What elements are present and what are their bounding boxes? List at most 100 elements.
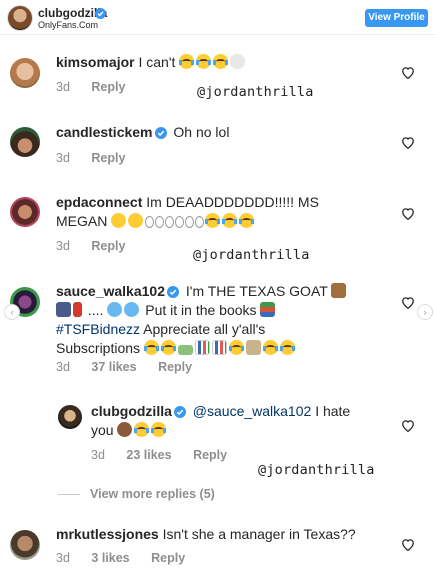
emoji-eyes-icon <box>155 216 165 228</box>
verified-badge-icon <box>166 286 179 298</box>
like-heart-icon[interactable] <box>401 538 415 551</box>
comment-username[interactable]: mrkutlessjones <box>56 526 159 542</box>
emoji-loudly-crying-icon <box>222 213 238 228</box>
comment-text: I'm THE TEXAS GOAT <box>185 283 328 299</box>
verified-badge-icon <box>154 127 167 139</box>
like-heart-icon[interactable] <box>401 296 415 309</box>
view-more-replies-button[interactable]: View more replies (5) <box>90 487 215 501</box>
comment-time[interactable]: 3d <box>56 80 70 94</box>
emoji-fire-extinguisher-icon <box>73 302 82 317</box>
emoji-rofl-icon <box>151 422 167 437</box>
next-arrow-icon[interactable]: › <box>417 304 433 320</box>
comment-time[interactable]: 3d <box>56 151 70 165</box>
comment-meta: 3d Reply <box>56 151 143 165</box>
comment-text: Im DEAADDDDDDD!!!!! MS <box>146 194 319 210</box>
like-heart-icon[interactable] <box>401 419 415 432</box>
likes-count[interactable]: 3 likes <box>91 551 129 565</box>
emoji-joy-icon <box>228 340 244 355</box>
comment-time[interactable]: 3d <box>56 360 70 374</box>
likes-count[interactable]: 37 likes <box>91 360 136 374</box>
comment-text: Put it in the books <box>145 302 257 318</box>
emoji-eyes-icon <box>195 216 205 228</box>
emoji-loudly-crying-icon <box>213 54 229 69</box>
comment-username[interactable]: candlestickem <box>56 124 153 140</box>
avatar[interactable] <box>58 405 82 429</box>
mention-link[interactable]: @sauce_walka102 <box>193 403 312 419</box>
watermark-text: @jordanthrilla <box>193 247 310 263</box>
reply-button[interactable]: Reply <box>91 239 125 253</box>
avatar[interactable] <box>7 5 33 31</box>
emoji-eyes-icon <box>175 216 185 228</box>
likes-count[interactable]: 23 likes <box>126 448 171 462</box>
like-heart-icon[interactable] <box>401 136 415 149</box>
comment-username[interactable]: epdaconnect <box>56 194 142 210</box>
comment-meta: 3d 37 likes Reply <box>56 360 210 374</box>
comment-time[interactable]: 3d <box>56 239 70 253</box>
comment-text: MEGAN <box>56 213 108 229</box>
verified-badge-icon <box>173 406 186 418</box>
emoji-books-icon <box>260 302 276 317</box>
watermark-text: @jordanthrilla <box>197 84 314 100</box>
emoji-droplets-icon <box>124 302 140 317</box>
comment-text: Subscriptions <box>56 340 141 356</box>
emoji-bank-icon <box>245 340 261 355</box>
view-profile-button[interactable]: View Profile <box>365 9 428 27</box>
reply-button[interactable]: Reply <box>158 360 192 374</box>
emoji-droplets-icon <box>107 302 123 317</box>
comment-time[interactable]: 3d <box>91 448 105 462</box>
avatar[interactable] <box>10 127 40 157</box>
comment-text: Appreciate all y'all's <box>143 321 266 337</box>
reply-button[interactable]: Reply <box>91 151 125 165</box>
comment-text: .... <box>87 302 108 318</box>
comment-username[interactable]: clubgodzilla <box>91 403 172 419</box>
comment-meta: 3d 23 likes Reply <box>91 448 245 462</box>
emoji-joy-icon <box>279 340 295 355</box>
comment-username[interactable]: kimsomajor <box>56 54 135 70</box>
reply-button[interactable]: Reply <box>193 448 227 462</box>
comment-meta: 3d Reply <box>56 239 143 253</box>
emoji-rofl-icon <box>134 422 150 437</box>
comment-meta: 3d Reply <box>56 80 143 94</box>
emoji-dancer-icon <box>56 302 71 317</box>
emoji-rofl-icon <box>160 340 176 355</box>
comment-text: I can't <box>138 54 176 70</box>
comment-username[interactable]: sauce_walka102 <box>56 283 165 299</box>
emoji-joy-icon <box>262 340 278 355</box>
like-heart-icon[interactable] <box>401 66 415 79</box>
emoji-loudly-crying-icon <box>205 213 221 228</box>
emoji-eyes-icon <box>145 216 155 228</box>
watermark-text: @jordanthrilla <box>258 462 375 478</box>
emoji-anguished-icon <box>111 213 127 228</box>
like-heart-icon[interactable] <box>401 207 415 220</box>
emoji-loudly-crying-icon <box>196 54 212 69</box>
header-subtitle: OnlyFans.Com <box>38 20 99 30</box>
reply-button[interactable]: Reply <box>91 80 125 94</box>
emoji-eyes-icon <box>185 216 195 228</box>
reply-button[interactable]: Reply <box>151 551 185 565</box>
comment-text: Oh no lol <box>173 124 230 140</box>
emoji-money-icon <box>177 345 193 355</box>
hashtag-link[interactable]: #TSFBidnezz <box>56 321 140 337</box>
avatar[interactable] <box>10 530 40 560</box>
emoji-loudly-crying-icon <box>179 54 195 69</box>
comment-text: you <box>91 422 114 438</box>
avatar[interactable] <box>10 197 40 227</box>
comment-meta: 3d 3 likes Reply <box>56 551 203 565</box>
emoji-goat-icon <box>331 283 347 298</box>
emoji-skull-icon <box>230 54 246 69</box>
emoji-rofl-icon <box>143 340 159 355</box>
verified-badge-icon <box>95 8 106 19</box>
comment-text: Isn't she a manager in Texas?? <box>162 526 356 542</box>
avatar[interactable] <box>10 58 40 88</box>
emoji-person-facepalming-icon <box>117 422 133 437</box>
post-header: clubgodzilla OnlyFans.Com View Profile <box>0 0 435 35</box>
comment-text: I hate <box>315 403 351 419</box>
emoji-chart-icon <box>211 340 227 355</box>
prev-arrow-icon[interactable]: ‹ <box>4 304 20 320</box>
emoji-loudly-crying-icon <box>239 213 255 228</box>
emoji-anguished-icon <box>128 213 144 228</box>
emoji-eyes-icon <box>165 216 175 228</box>
view-more-divider <box>58 494 80 495</box>
emoji-chart-icon <box>194 340 210 355</box>
comment-time[interactable]: 3d <box>56 551 70 565</box>
